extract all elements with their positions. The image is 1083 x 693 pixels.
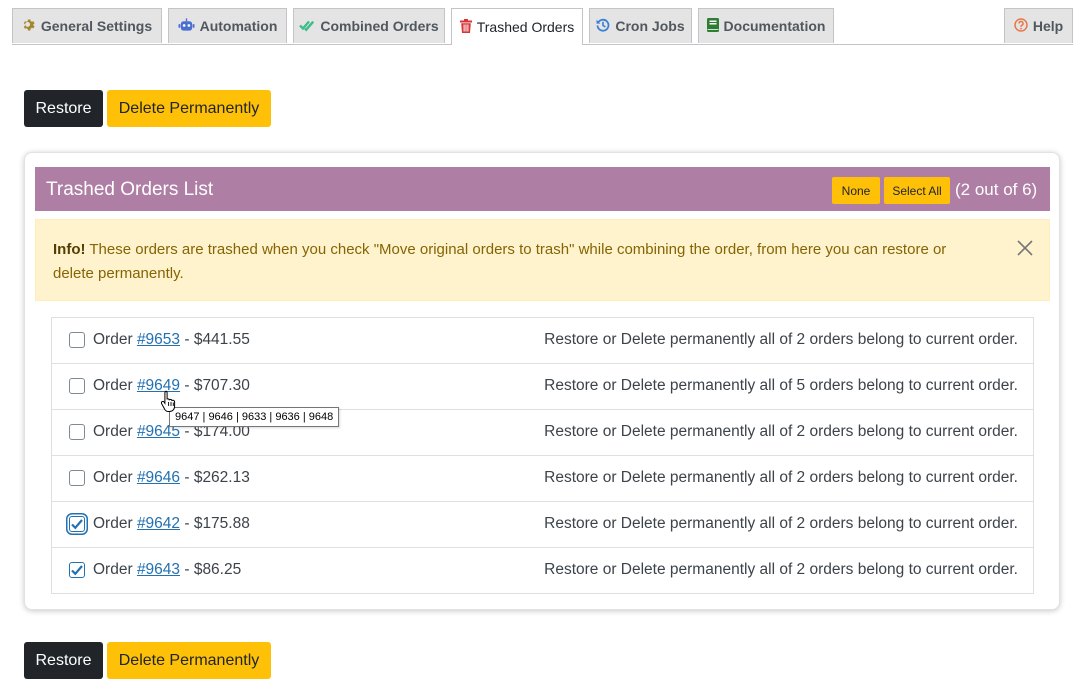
selection-count: (2 out of 6) [955,180,1038,199]
order-checkbox[interactable] [69,378,85,394]
tab-help[interactable]: Help [1004,8,1073,43]
order-checkbox[interactable] [69,516,85,532]
order-amount: - $86.25 [180,561,242,578]
tab-automation[interactable]: Automation [168,8,287,43]
tab-label: Documentation [723,18,826,34]
order-checkbox[interactable] [69,332,85,348]
tab-label: Help [1032,18,1064,34]
tab-label: General Settings [40,18,153,34]
order-link[interactable]: #9653 [137,331,180,348]
delete-permanently-button-top[interactable]: Delete Permanently [107,90,271,127]
question-circle-icon [1014,17,1028,35]
order-prefix: Order [93,515,137,532]
tab-combined-orders[interactable]: Combined Orders [293,8,445,43]
order-description: Restore or Delete permanently all of 2 o… [544,469,1018,486]
related-orders-tooltip: 9647 | 9646 | 9633 | 9636 | 9648 [169,407,340,427]
tab-label: Trashed Orders [476,19,575,35]
order-prefix: Order [93,377,137,394]
order-prefix: Order [93,331,137,348]
tab-trashed-orders[interactable]: Trashed Orders [451,8,583,45]
tab-label: Cron Jobs [615,18,685,34]
tab-label: Combined Orders [320,18,439,34]
order-row: Order #9643 - $86.25 Restore or Delete p… [51,547,1034,594]
order-prefix: Order [93,561,137,578]
hand-cursor-icon [160,390,178,417]
robot-icon [178,17,195,35]
order-checkbox[interactable] [69,562,85,578]
tab-documentation[interactable]: Documentation [698,8,834,43]
order-description: Restore or Delete permanently all of 5 o… [544,377,1018,394]
delete-permanently-button-bottom[interactable]: Delete Permanently [107,642,271,679]
book-icon [706,17,719,35]
order-description: Restore or Delete permanently all of 2 o… [544,561,1018,578]
history-icon [596,18,610,35]
order-checkbox[interactable] [69,424,85,440]
info-alert: Info! These orders are trashed when you … [35,219,1050,301]
order-prefix: Order [93,469,137,486]
gear-icon [22,18,36,35]
close-icon[interactable] [1017,240,1033,264]
order-amount: - $707.30 [180,377,250,394]
settings-tabs: General Settings Automation Combined Ord… [12,8,1073,45]
order-link[interactable]: #9643 [137,561,180,578]
panel-title: Trashed Orders List [46,179,214,200]
alert-strong: Info! [53,241,86,258]
alert-text: These orders are trashed when you check … [53,241,947,282]
double-check-icon [299,18,315,35]
check-icon [71,519,83,530]
restore-button-top[interactable]: Restore [24,90,103,127]
order-link[interactable]: #9646 [137,469,180,486]
select-all-button[interactable]: Select All [884,177,950,204]
restore-button-bottom[interactable]: Restore [24,642,103,679]
order-amount: - $441.55 [180,331,250,348]
order-row: Order #9649 - $707.30 Restore or Delete … [51,363,1034,410]
tab-general-settings[interactable]: General Settings [12,8,162,43]
order-description: Restore or Delete permanently all of 2 o… [544,331,1018,348]
check-icon [71,565,83,576]
order-checkbox[interactable] [69,470,85,486]
order-amount: - $262.13 [180,469,250,486]
order-prefix: Order [93,423,137,440]
order-row: Order #9646 - $262.13 Restore or Delete … [51,455,1034,502]
order-list: Order #9653 - $441.55 Restore or Delete … [51,317,1034,594]
trash-icon [459,18,472,36]
order-row: Order #9642 - $175.88 Restore or Delete … [51,501,1034,548]
select-none-button[interactable]: None [832,177,880,204]
order-amount: - $175.88 [180,515,250,532]
tab-cron-jobs[interactable]: Cron Jobs [589,8,692,43]
order-link[interactable]: #9642 [137,515,180,532]
order-description: Restore or Delete permanently all of 2 o… [544,423,1018,440]
tab-label: Automation [199,18,278,34]
trashed-orders-panel: Trashed Orders List None Select All (2 o… [24,152,1060,610]
panel-header: Trashed Orders List None Select All (2 o… [35,167,1050,211]
order-description: Restore or Delete permanently all of 2 o… [544,515,1018,532]
order-row: Order #9653 - $441.55 Restore or Delete … [51,317,1034,364]
